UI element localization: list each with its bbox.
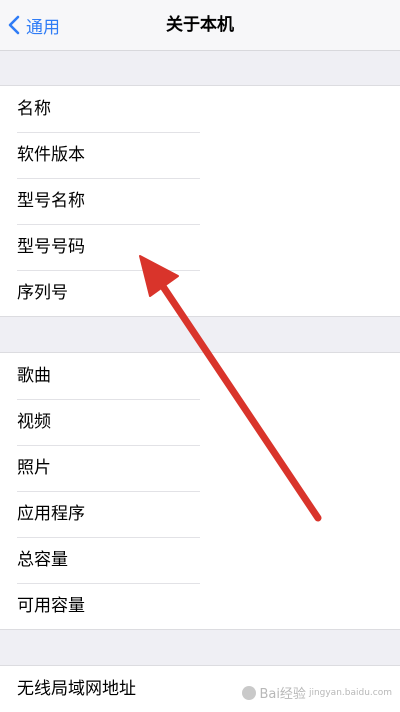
- settings-row-model-name[interactable]: 型号名称: [0, 178, 400, 224]
- row-label: 名称: [17, 99, 51, 119]
- row-label: 型号名称: [17, 191, 85, 211]
- row-label: 歌曲: [17, 366, 51, 386]
- row-label: 序列号: [17, 283, 68, 303]
- settings-group-media: 歌曲 视频 照片 应用程序 总容量 可用容量: [0, 352, 400, 630]
- baidu-paw-icon: [242, 685, 257, 700]
- settings-row-videos[interactable]: 视频: [0, 399, 400, 445]
- row-label: 型号号码: [17, 237, 85, 257]
- row-label: 视频: [17, 412, 51, 432]
- settings-row-available[interactable]: 可用容量: [0, 583, 400, 629]
- settings-row-photos[interactable]: 照片: [0, 445, 400, 491]
- settings-row-name[interactable]: 名称: [0, 86, 400, 132]
- settings-row-applications[interactable]: 应用程序: [0, 491, 400, 537]
- row-label: 无线局域网地址: [17, 679, 136, 699]
- watermark-text: Bai经验: [259, 687, 306, 702]
- settings-row-serial-number[interactable]: 序列号: [0, 270, 400, 316]
- row-label: 应用程序: [17, 504, 85, 524]
- settings-row-software-version[interactable]: 软件版本: [0, 132, 400, 178]
- settings-row-songs[interactable]: 歌曲: [0, 353, 400, 399]
- watermark-url: jingyan.baidu.com: [308, 687, 392, 698]
- settings-group-device-info: 名称 软件版本 型号名称 型号号码 序列号: [0, 85, 400, 317]
- row-label: 可用容量: [17, 596, 85, 616]
- row-label: 照片: [17, 458, 51, 478]
- watermark: Bai经验 jingyan.baidu.com: [242, 683, 392, 702]
- settings-row-capacity[interactable]: 总容量: [0, 537, 400, 583]
- row-label: 软件版本: [17, 145, 85, 165]
- page-title: 关于本机: [166, 15, 234, 35]
- navigation-bar: 通用 关于本机: [0, 0, 400, 51]
- row-label: 总容量: [17, 550, 68, 570]
- settings-row-model-number[interactable]: 型号号码: [0, 224, 400, 270]
